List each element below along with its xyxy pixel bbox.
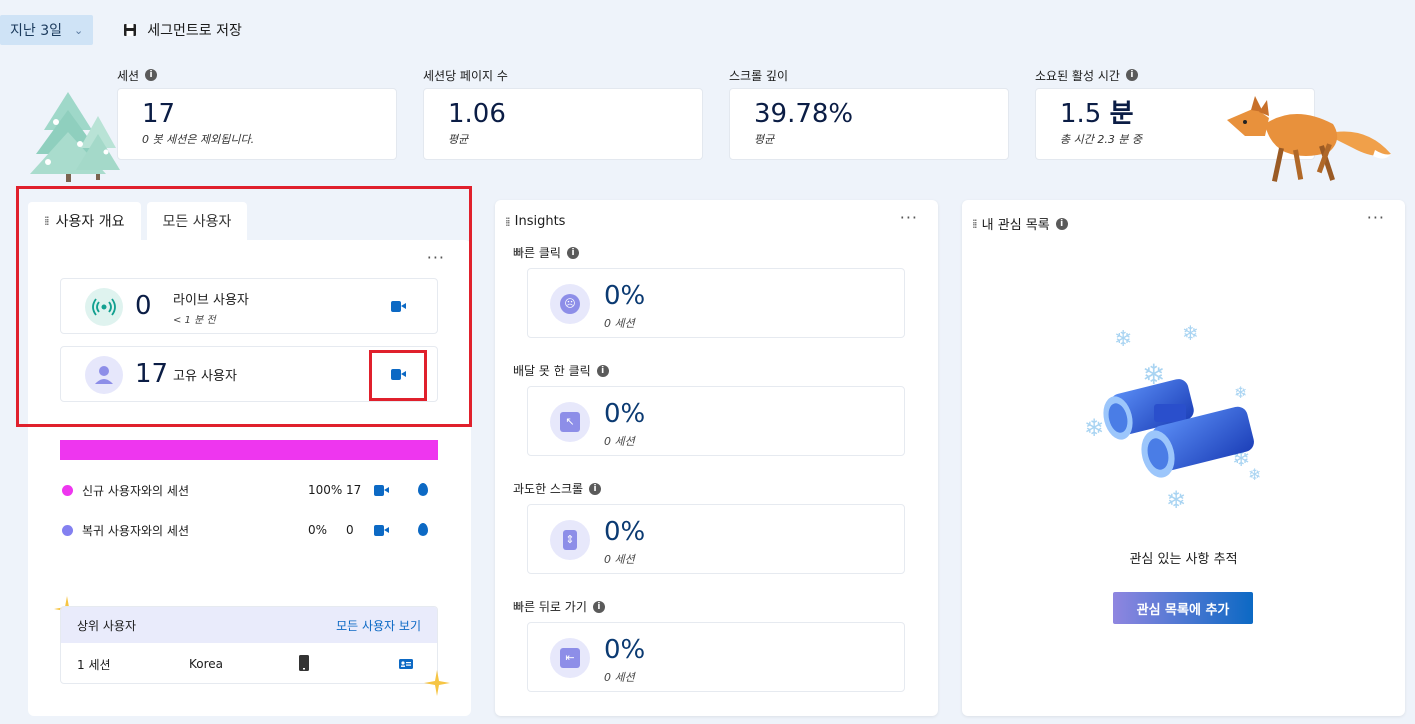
back-icon: ⇤ <box>560 648 580 668</box>
new-vs-returning-bar <box>60 440 438 460</box>
fox-illustration <box>1227 96 1391 182</box>
metric-subtext: 평균 <box>448 133 469 146</box>
contact-card-icon[interactable] <box>399 659 413 669</box>
save-icon <box>124 24 137 36</box>
top-users-header: 상위 사용자 모든 사용자 보기 <box>61 607 437 643</box>
panel-title: Insights <box>514 214 566 229</box>
highlight-video-button <box>369 350 427 401</box>
top-users-table: 상위 사용자 모든 사용자 보기 1 세션 Korea <box>60 606 438 684</box>
panel-title: 내 관심 목록 <box>981 218 1050 233</box>
watchlist-empty-text: 관심 있는 사항 추적 <box>1129 552 1238 567</box>
legend-returning-users: 복귀 사용자와의 세션 0% 0 <box>62 522 442 538</box>
metric-pages-per-session: 세션당 페이지 수 1.06 평균 <box>423 66 703 160</box>
legend-label: 복귀 사용자와의 세션 <box>82 523 189 538</box>
svg-text:❄: ❄ <box>1114 327 1132 352</box>
insight-excessive-scroll[interactable]: ⇕ 0% 0 세션 <box>527 504 905 574</box>
video-camera-icon[interactable] <box>374 485 389 496</box>
more-options-icon[interactable]: ··· <box>900 208 918 227</box>
metric-unit: 분 <box>1109 99 1134 129</box>
metric-label: 세션 <box>117 68 140 83</box>
angry-face-icon: ☹ <box>560 294 580 314</box>
insight-value: 0% <box>604 517 646 547</box>
dead-click-icon: ↖ <box>560 412 580 432</box>
toolbar: 지난 3일 ⌄ 세그먼트로 저장 <box>0 14 242 46</box>
legend-count: 17 <box>346 483 362 497</box>
heatmap-flame-icon[interactable] <box>418 523 428 536</box>
insight-subtext: 0 세션 <box>604 317 635 330</box>
legend-label: 신규 사용자와의 세션 <box>82 483 189 498</box>
insight-value: 0% <box>604 635 646 665</box>
info-icon[interactable]: i <box>145 69 158 81</box>
info-icon[interactable]: i <box>596 364 609 377</box>
insight-subtext: 0 세션 <box>604 553 635 566</box>
save-segment-label: 세그먼트로 저장 <box>147 23 242 39</box>
insight-subtext: 0 세션 <box>604 435 635 448</box>
insight-label: 배달 못 한 클릭 <box>513 364 591 378</box>
svg-text:❄: ❄ <box>1166 486 1186 514</box>
metric-label: 소요된 활성 시간 <box>1035 68 1120 83</box>
insight-subtext: 0 세션 <box>604 671 635 684</box>
metric-value: 17 <box>142 99 176 129</box>
metric-label: 세션당 페이지 수 <box>423 68 508 83</box>
insight-dead-clicks[interactable]: ↖ 0% 0 세션 <box>527 386 905 456</box>
info-icon[interactable]: i <box>566 246 579 259</box>
top-users-title: 상위 사용자 <box>77 618 137 633</box>
insight-label: 빠른 뒤로 가기 <box>513 600 587 614</box>
table-row[interactable]: 1 세션 Korea <box>61 643 437 683</box>
info-icon[interactable]: i <box>1125 69 1138 81</box>
svg-text:❄: ❄ <box>1182 321 1199 345</box>
heatmap-flame-icon[interactable] <box>418 483 428 496</box>
metric-subtext: 0 봇 세션은 제외됩니다. <box>142 133 255 146</box>
insight-rage-clicks[interactable]: ☹ 0% 0 세션 <box>527 268 905 338</box>
scroll-icon: ⇕ <box>563 530 577 550</box>
metric-scroll-depth: 스크롤 깊이 39.78% 평균 <box>729 66 1009 160</box>
binoculars-illustration: ❄ ❄ ❄ ❄ ❄ ❄ ❄ ❄ <box>1084 321 1261 514</box>
mobile-device-icon <box>299 655 309 671</box>
user-sessions: 1 세션 <box>77 657 111 672</box>
sparkle-icon <box>424 670 450 696</box>
watchlist-panel: ⁞⁞ 내 관심 목록 i ··· ❄ ❄ ❄ ❄ ❄ ❄ ❄ ❄ 관심 있는 사항 … <box>962 200 1405 716</box>
insight-value: 0% <box>604 399 646 429</box>
insight-value: 0% <box>604 281 646 311</box>
date-range-dropdown[interactable]: 지난 3일 ⌄ <box>0 15 94 45</box>
metric-card: 39.78% 평균 <box>729 88 1009 160</box>
metric-card: 1.06 평균 <box>423 88 703 160</box>
save-segment-button[interactable]: 세그먼트로 저장 <box>123 20 242 40</box>
legend-count: 0 <box>346 523 354 537</box>
insight-quick-backs[interactable]: ⇤ 0% 0 세션 <box>527 622 905 692</box>
svg-text:❄: ❄ <box>1234 383 1247 402</box>
info-icon[interactable]: i <box>589 482 602 495</box>
drag-handle-icon[interactable]: ⁞⁞ <box>505 215 510 229</box>
more-options-icon[interactable]: ··· <box>1367 208 1385 227</box>
metric-card: 17 0 봇 세션은 제외됩니다. <box>117 88 397 160</box>
snowy-tree-illustration <box>30 92 120 182</box>
user-country: Korea <box>189 657 224 671</box>
legend-percent: 100% <box>308 483 343 497</box>
legend-dot <box>62 484 73 496</box>
date-range-label: 지난 3일 <box>10 23 62 39</box>
insight-label: 빠른 클릭 <box>513 246 561 260</box>
metric-subtext: 평균 <box>754 133 775 146</box>
insight-label: 과도한 스크롤 <box>513 482 584 496</box>
metric-label: 스크롤 깊이 <box>729 68 789 83</box>
view-all-users-link[interactable]: 모든 사용자 보기 <box>336 617 421 634</box>
legend-dot <box>62 524 73 536</box>
add-to-watchlist-button[interactable]: 관심 목록에 추가 <box>1113 592 1253 624</box>
svg-text:❄: ❄ <box>1084 414 1104 442</box>
metric-number: 1.5 <box>1060 99 1102 129</box>
chevron-down-icon: ⌄ <box>74 23 84 37</box>
info-icon[interactable]: i <box>1055 217 1068 230</box>
metric-sessions: 세션 i 17 0 봇 세션은 제외됩니다. <box>117 66 397 160</box>
metric-value: 39.78% <box>754 99 854 129</box>
insights-panel: ⁞⁞ Insights ··· 빠른 클릭 i ☹ 0% 0 세션 배달 못 한 클… <box>495 200 938 716</box>
legend-percent: 0% <box>308 523 328 537</box>
drag-handle-icon[interactable]: ⁞⁞ <box>972 217 977 231</box>
video-camera-icon[interactable] <box>374 525 389 536</box>
svg-text:❄: ❄ <box>1248 465 1261 484</box>
legend-new-users: 신규 사용자와의 세션 100% 17 <box>62 482 442 498</box>
metric-value: 1.06 <box>448 99 506 129</box>
info-icon[interactable]: i <box>592 600 605 613</box>
